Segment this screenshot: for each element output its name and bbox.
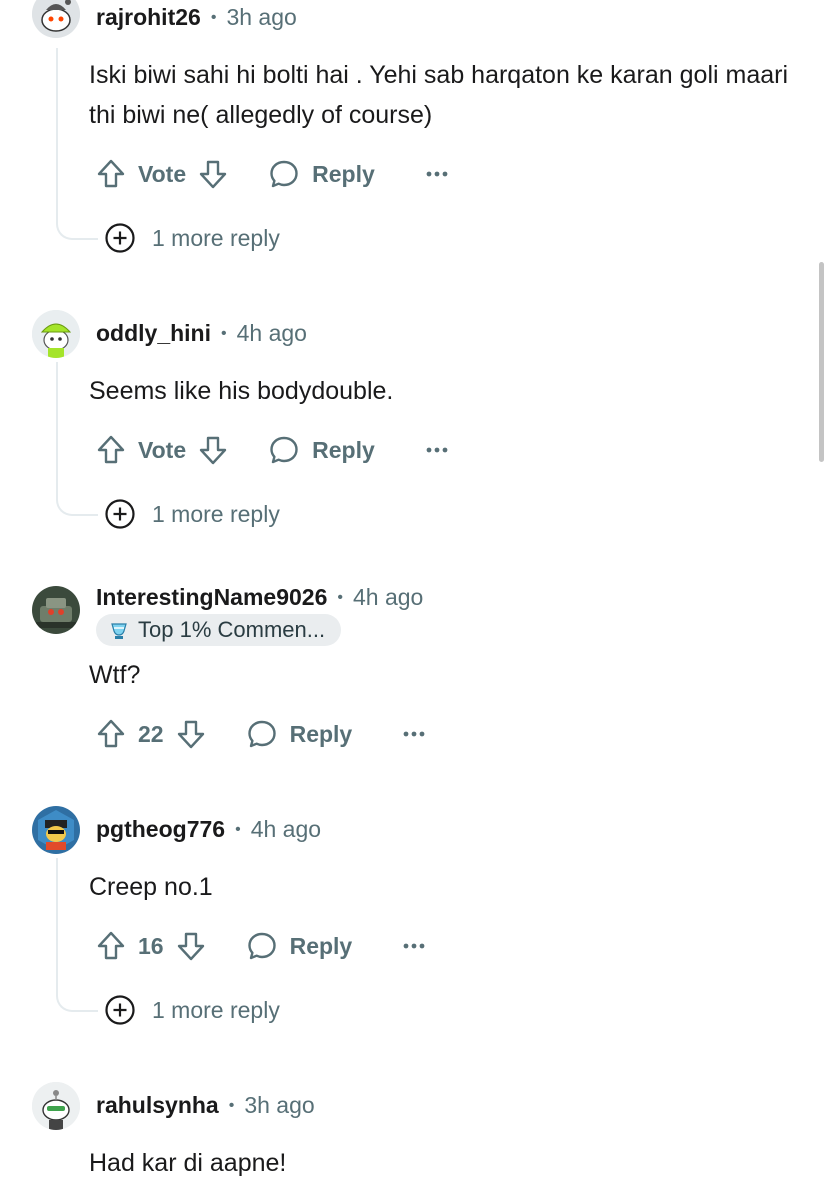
speech-bubble-icon xyxy=(247,932,276,960)
downvote-arrow-icon[interactable] xyxy=(196,433,230,467)
comment-body: Iski biwi sahi hi bolti hai . Yehi sab h… xyxy=(89,61,789,129)
vote-count: 16 xyxy=(138,932,164,959)
speech-bubble-icon xyxy=(247,720,276,748)
vote-group: Vote xyxy=(94,433,230,467)
timestamp[interactable]: 4h ago xyxy=(353,584,423,611)
downvote-arrow-icon[interactable] xyxy=(196,157,230,191)
plus-circle-icon xyxy=(105,499,135,529)
reply-label: Reply xyxy=(289,932,353,959)
comment-meta: InterestingName9026 • 4h ago xyxy=(96,584,423,611)
username[interactable]: pgtheog776 xyxy=(96,816,225,843)
avatar[interactable] xyxy=(32,586,80,634)
avatar[interactable] xyxy=(32,310,80,358)
avatar[interactable] xyxy=(32,1082,80,1130)
comment-actions: Vote Reply xyxy=(94,428,449,472)
comment-meta: rajrohit26 • 3h ago xyxy=(96,4,297,31)
meta-separator: • xyxy=(221,324,227,342)
downvote-arrow-icon[interactable] xyxy=(174,929,208,963)
vote-group: 16 xyxy=(94,929,208,963)
more-replies-button[interactable]: 1 more reply xyxy=(104,222,280,254)
username[interactable]: InterestingName9026 xyxy=(96,584,327,611)
speech-bubble-icon xyxy=(270,436,298,464)
username[interactable]: rajrohit26 xyxy=(96,4,201,31)
upvote-arrow-icon[interactable] xyxy=(94,929,128,963)
vote-count: 22 xyxy=(138,720,164,747)
more-options-button[interactable] xyxy=(425,446,449,454)
user-flair: Top 1% Commen... xyxy=(96,614,342,646)
comment-body: Had kar di aapne! xyxy=(89,1149,287,1177)
comment-meta: rahulsynha • 3h ago xyxy=(96,1092,315,1119)
comment-actions: Vote Reply xyxy=(94,152,449,196)
upvote-arrow-icon[interactable] xyxy=(94,717,128,751)
vote-label: Vote xyxy=(138,436,187,463)
plus-circle-icon xyxy=(105,223,135,253)
upvote-arrow-icon[interactable] xyxy=(94,433,128,467)
ellipsis-icon xyxy=(426,447,448,453)
ellipsis-icon xyxy=(403,731,425,737)
speech-bubble-icon xyxy=(270,160,298,188)
meta-separator: • xyxy=(337,588,343,606)
avatar[interactable] xyxy=(32,806,80,854)
more-replies-label: 1 more reply xyxy=(152,500,280,527)
flair-label: Top 1% Commen... xyxy=(138,617,326,642)
reply-button[interactable]: Reply xyxy=(268,158,375,190)
reply-label: Reply xyxy=(312,160,375,187)
upvote-arrow-icon[interactable] xyxy=(94,157,128,191)
meta-separator: • xyxy=(228,1096,235,1114)
reply-button[interactable]: Reply xyxy=(246,718,353,750)
thread-line xyxy=(56,48,98,240)
reply-label: Reply xyxy=(312,436,375,463)
downvote-arrow-icon[interactable] xyxy=(174,717,208,751)
comment-actions: 22 Reply xyxy=(94,712,426,756)
comment-actions: 16 Reply xyxy=(94,924,426,968)
reply-label: Reply xyxy=(289,720,353,747)
comment-meta: pgtheog776 • 4h ago xyxy=(96,816,321,843)
scrollbar[interactable] xyxy=(819,262,824,462)
comment-body: Creep no.1 xyxy=(89,873,213,901)
more-options-button[interactable] xyxy=(402,730,426,738)
more-options-button[interactable] xyxy=(402,942,426,950)
trophy-icon xyxy=(111,623,127,639)
ellipsis-icon xyxy=(403,943,425,949)
reply-button[interactable]: Reply xyxy=(268,434,375,466)
timestamp[interactable]: 3h ago xyxy=(244,1092,314,1119)
more-replies-label: 1 more reply xyxy=(152,224,280,251)
meta-separator: • xyxy=(235,820,241,838)
meta-separator: • xyxy=(210,8,217,26)
avatar[interactable] xyxy=(32,0,80,38)
more-replies-button[interactable]: 1 more reply xyxy=(104,994,280,1026)
vote-group: Vote xyxy=(94,157,230,191)
vote-label: Vote xyxy=(138,160,187,187)
plus-circle-icon xyxy=(105,995,135,1025)
thread-line xyxy=(56,858,98,1012)
username[interactable]: rahulsynha xyxy=(96,1092,219,1119)
more-options-button[interactable] xyxy=(425,170,449,178)
username[interactable]: oddly_hini xyxy=(96,320,211,347)
more-replies-label: 1 more reply xyxy=(152,996,280,1023)
timestamp[interactable]: 4h ago xyxy=(251,816,321,843)
comment-body: Seems like his bodydouble. xyxy=(89,377,394,405)
vote-group: 22 xyxy=(94,717,208,751)
timestamp[interactable]: 4h ago xyxy=(237,320,307,347)
reply-button[interactable]: Reply xyxy=(246,930,353,962)
more-replies-button[interactable]: 1 more reply xyxy=(104,498,280,530)
ellipsis-icon xyxy=(426,171,448,177)
thread-line xyxy=(56,362,98,516)
comment-meta: oddly_hini • 4h ago xyxy=(96,320,307,347)
timestamp[interactable]: 3h ago xyxy=(226,4,296,31)
comment-body: Wtf? xyxy=(89,661,141,689)
